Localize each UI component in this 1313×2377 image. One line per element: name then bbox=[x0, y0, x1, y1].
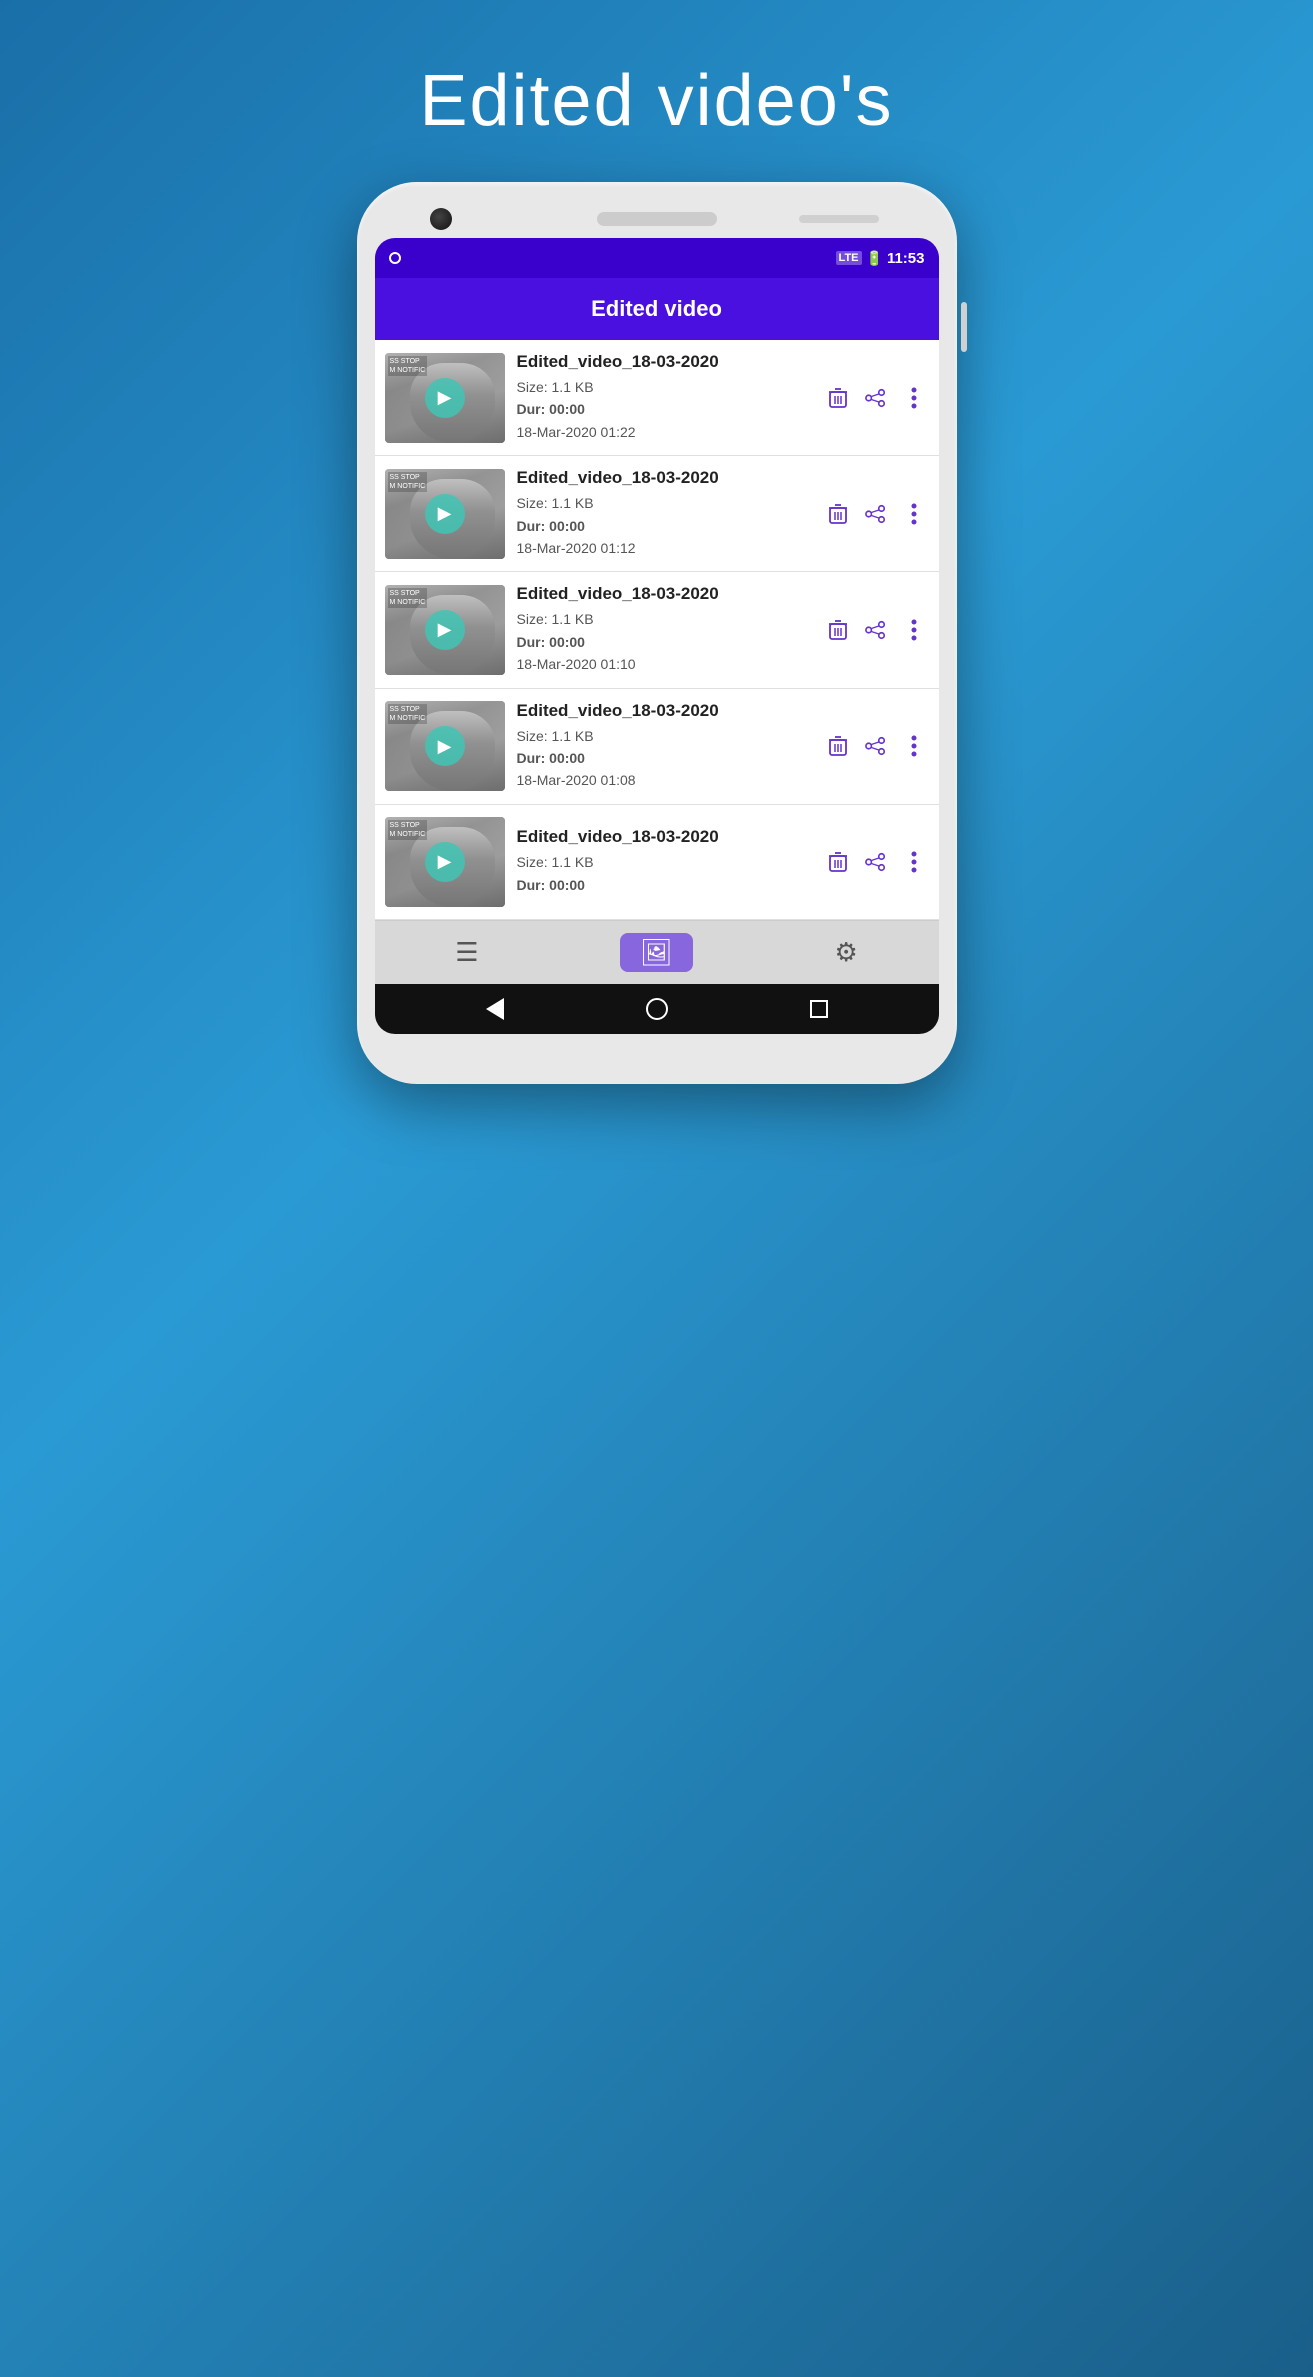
play-button[interactable]: ▶ bbox=[425, 378, 465, 418]
list-icon: ☰ bbox=[455, 937, 478, 968]
settings-icon: ⚙ bbox=[834, 937, 857, 968]
delete-button[interactable] bbox=[823, 847, 853, 877]
thumb-overlay-text: SS STOPM NOTIFIC bbox=[388, 704, 428, 724]
android-nav-bar bbox=[375, 984, 939, 1034]
video-name: Edited_video_18-03-2020 bbox=[517, 352, 817, 372]
share-button[interactable] bbox=[861, 383, 891, 413]
video-list-item[interactable]: SS STOPM NOTIFIC ▶ Edited_video_18-03-20… bbox=[375, 805, 939, 920]
thumb-overlay-text: SS STOPM NOTIFIC bbox=[388, 820, 428, 840]
nav-item-settings[interactable]: ⚙ bbox=[814, 933, 877, 972]
phone-top bbox=[375, 212, 939, 226]
video-info: Edited_video_18-03-2020 Size: 1.1 KB Dur… bbox=[505, 701, 823, 792]
recents-button[interactable] bbox=[810, 1000, 828, 1018]
action-icons-row bbox=[823, 499, 929, 529]
battery-icon: 🔋 bbox=[866, 250, 883, 267]
video-thumbnail[interactable]: SS STOPM NOTIFIC ▶ bbox=[385, 469, 505, 559]
phone-screen: LTE 🔋 11:53 Edited video SS STOPM NOTIFI… bbox=[375, 238, 939, 1034]
delete-button[interactable] bbox=[823, 731, 853, 761]
thumb-overlay-text: SS STOPM NOTIFIC bbox=[388, 472, 428, 492]
video-actions bbox=[823, 847, 929, 877]
share-button[interactable] bbox=[861, 615, 891, 645]
video-name: Edited_video_18-03-2020 bbox=[517, 584, 817, 604]
play-button[interactable]: ▶ bbox=[425, 842, 465, 882]
action-icons-row bbox=[823, 731, 929, 761]
phone-earpiece bbox=[799, 215, 879, 223]
video-list: SS STOPM NOTIFIC ▶ Edited_video_18-03-20… bbox=[375, 340, 939, 920]
play-button[interactable]: ▶ bbox=[425, 494, 465, 534]
video-list-item[interactable]: SS STOPM NOTIFIC ▶ Edited_video_18-03-20… bbox=[375, 572, 939, 688]
video-thumbnail[interactable]: SS STOPM NOTIFIC ▶ bbox=[385, 817, 505, 907]
video-list-item[interactable]: SS STOPM NOTIFIC ▶ Edited_video_18-03-20… bbox=[375, 456, 939, 572]
video-thumbnail[interactable]: SS STOPM NOTIFIC ▶ bbox=[385, 353, 505, 443]
phone-bottom bbox=[375, 1034, 939, 1054]
more-button[interactable] bbox=[899, 499, 929, 529]
more-button[interactable] bbox=[899, 847, 929, 877]
phone-side-button bbox=[961, 302, 967, 352]
share-button[interactable] bbox=[861, 731, 891, 761]
video-actions bbox=[823, 615, 929, 645]
delete-button[interactable] bbox=[823, 615, 853, 645]
video-actions bbox=[823, 383, 929, 413]
action-icons-row bbox=[823, 615, 929, 645]
video-meta: Size: 1.1 KB Dur: 00:00 18-Mar-2020 01:0… bbox=[517, 725, 817, 792]
delete-button[interactable] bbox=[823, 499, 853, 529]
status-bar: LTE 🔋 11:53 bbox=[375, 238, 939, 278]
video-list-item[interactable]: SS STOPM NOTIFIC ▶ Edited_video_18-03-20… bbox=[375, 689, 939, 805]
status-left bbox=[389, 252, 401, 264]
back-icon bbox=[486, 998, 504, 1020]
back-button[interactable] bbox=[486, 998, 504, 1020]
video-thumbnail[interactable]: SS STOPM NOTIFIC ▶ bbox=[385, 701, 505, 791]
video-meta: Size: 1.1 KB Dur: 00:00 18-Mar-2020 01:1… bbox=[517, 492, 817, 559]
home-icon bbox=[646, 998, 668, 1020]
signal-dot bbox=[389, 252, 401, 264]
video-meta: Size: 1.1 KB Dur: 00:00 18-Mar-2020 01:2… bbox=[517, 376, 817, 443]
phone-speaker bbox=[597, 212, 717, 226]
nav-item-list[interactable]: ☰ bbox=[435, 933, 498, 972]
more-button[interactable] bbox=[899, 731, 929, 761]
home-button[interactable] bbox=[646, 998, 668, 1020]
nav-item-gallery[interactable]: 🖼 bbox=[620, 933, 693, 972]
play-button[interactable]: ▶ bbox=[425, 726, 465, 766]
delete-button[interactable] bbox=[823, 383, 853, 413]
video-info: Edited_video_18-03-2020 Size: 1.1 KB Dur… bbox=[505, 584, 823, 675]
bottom-nav: ☰ 🖼 ⚙ bbox=[375, 920, 939, 984]
video-actions bbox=[823, 731, 929, 761]
status-right: LTE 🔋 11:53 bbox=[836, 250, 925, 267]
phone-camera bbox=[430, 208, 452, 230]
lte-icon: LTE bbox=[836, 251, 862, 265]
video-info: Edited_video_18-03-2020 Size: 1.1 KB Dur… bbox=[505, 827, 823, 896]
video-actions bbox=[823, 499, 929, 529]
video-name: Edited_video_18-03-2020 bbox=[517, 827, 817, 847]
gallery-icon: 🖼 bbox=[640, 937, 673, 968]
more-button[interactable] bbox=[899, 383, 929, 413]
thumb-overlay-text: SS STOPM NOTIFIC bbox=[388, 588, 428, 608]
app-title: Edited video bbox=[591, 296, 722, 321]
action-icons-row bbox=[823, 847, 929, 877]
phone-device: LTE 🔋 11:53 Edited video SS STOPM NOTIFI… bbox=[357, 182, 957, 1084]
share-button[interactable] bbox=[861, 847, 891, 877]
thumb-overlay-text: SS STOPM NOTIFIC bbox=[388, 356, 428, 376]
video-info: Edited_video_18-03-2020 Size: 1.1 KB Dur… bbox=[505, 468, 823, 559]
video-meta: Size: 1.1 KB Dur: 00:00 18-Mar-2020 01:1… bbox=[517, 608, 817, 675]
video-list-item[interactable]: SS STOPM NOTIFIC ▶ Edited_video_18-03-20… bbox=[375, 340, 939, 456]
action-icons-row bbox=[823, 383, 929, 413]
video-name: Edited_video_18-03-2020 bbox=[517, 468, 817, 488]
video-name: Edited_video_18-03-2020 bbox=[517, 701, 817, 721]
video-meta: Size: 1.1 KB Dur: 00:00 bbox=[517, 851, 817, 896]
recents-icon bbox=[810, 1000, 828, 1018]
app-header: Edited video bbox=[375, 278, 939, 340]
play-button[interactable]: ▶ bbox=[425, 610, 465, 650]
share-button[interactable] bbox=[861, 499, 891, 529]
more-button[interactable] bbox=[899, 615, 929, 645]
video-thumbnail[interactable]: SS STOPM NOTIFIC ▶ bbox=[385, 585, 505, 675]
video-info: Edited_video_18-03-2020 Size: 1.1 KB Dur… bbox=[505, 352, 823, 443]
status-time: 11:53 bbox=[887, 250, 925, 267]
page-title: Edited video's bbox=[419, 60, 893, 142]
